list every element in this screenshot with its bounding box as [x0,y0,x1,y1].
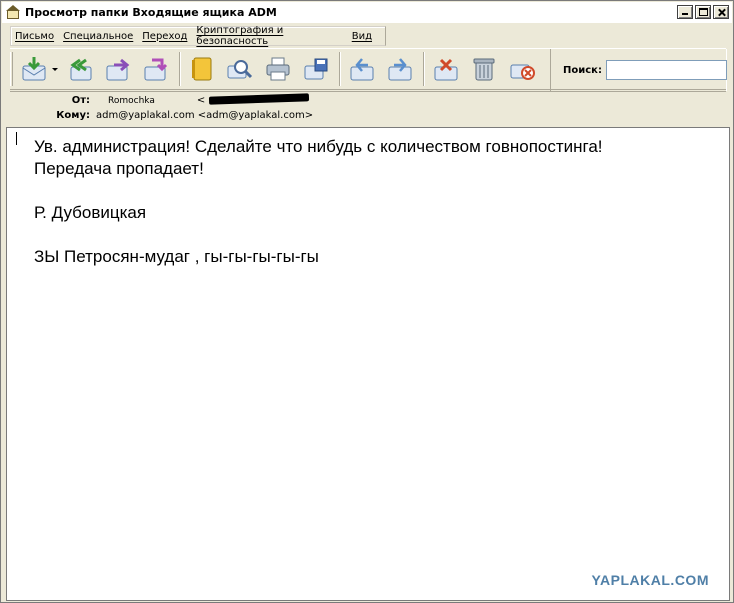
menu-bar: Письмо Специальное Переход Криптография … [10,25,386,47]
menu-crypto-security[interactable]: Криптография и безопасность [196,25,342,47]
menu-go[interactable]: Переход [142,31,187,42]
print-button[interactable] [261,52,295,86]
from-label: От: [71,95,90,106]
toolbar-grip[interactable] [10,52,13,86]
message-header: От: Romochka < Кому: adm@yaplakal.com <a… [10,91,726,125]
trash-icon [473,58,495,81]
minimize-icon [682,13,688,15]
redirect-button[interactable] [139,52,173,86]
previous-message-button[interactable] [345,52,379,86]
find-icon [227,60,253,79]
search-label: Поиск: [563,64,602,76]
previous-message-icon [350,58,374,81]
to-label: Кому: [56,110,90,121]
window-controls [677,5,729,19]
get-mail-button[interactable] [17,52,51,86]
close-button[interactable] [713,5,729,19]
reply-all-icon [70,58,92,81]
home-icon [5,4,21,21]
delete-message-icon [434,58,458,81]
next-message-icon [388,58,412,81]
menu-letter[interactable]: Письмо [15,31,54,42]
title-bar: Просмотр папки Входящие ящика ADM [2,2,732,23]
address-book-icon [192,57,212,81]
next-message-button[interactable] [383,52,417,86]
watermark: YAPLAKAL.COM [591,572,709,588]
reply-all-button[interactable] [63,52,97,86]
toolbar: Поиск: [10,48,727,91]
delete-message-button[interactable] [429,52,463,86]
text-caret [16,132,17,145]
save-button[interactable] [299,52,333,86]
toolbar-separator [423,52,425,86]
toolbar-separator [179,52,181,86]
get-mail-icon [22,57,46,81]
print-icon [266,57,290,81]
window-title: Просмотр папки Входящие ящика ADM [25,6,277,19]
forward-button[interactable] [101,52,135,86]
find-button[interactable] [223,52,257,86]
to-row: Кому: adm@yaplakal.com <adm@yaplakal.com… [10,110,313,121]
address-book-button[interactable] [185,52,219,86]
trash-button[interactable] [467,52,501,86]
from-name[interactable]: Romochka [108,96,155,106]
minimize-button[interactable] [677,5,693,19]
to-value[interactable]: adm@yaplakal.com <adm@yaplakal.com> [96,110,313,121]
menu-view[interactable]: Вид [352,31,372,42]
forward-icon [106,58,130,81]
redacted-address [209,93,310,105]
search-area: Поиск: [550,49,727,91]
junk-button[interactable] [505,52,539,86]
get-mail-dropdown[interactable] [51,52,59,86]
search-input[interactable] [605,60,727,80]
from-row: От: Romochka < [10,93,310,106]
menu-special[interactable]: Специальное [63,31,133,42]
maximize-button[interactable] [695,5,711,19]
save-icon [304,58,328,80]
mail-window: Просмотр папки Входящие ящика ADM Письмо… [0,0,734,603]
message-body-text: Ув. администрация! Сделайте что нибудь с… [34,137,603,266]
message-body-pane[interactable]: Ув. администрация! Сделайте что нибудь с… [6,127,730,601]
from-address-open: < [196,95,206,106]
redirect-icon [144,58,168,81]
junk-icon [510,64,535,80]
toolbar-separator [339,52,341,86]
maximize-icon [699,8,708,16]
